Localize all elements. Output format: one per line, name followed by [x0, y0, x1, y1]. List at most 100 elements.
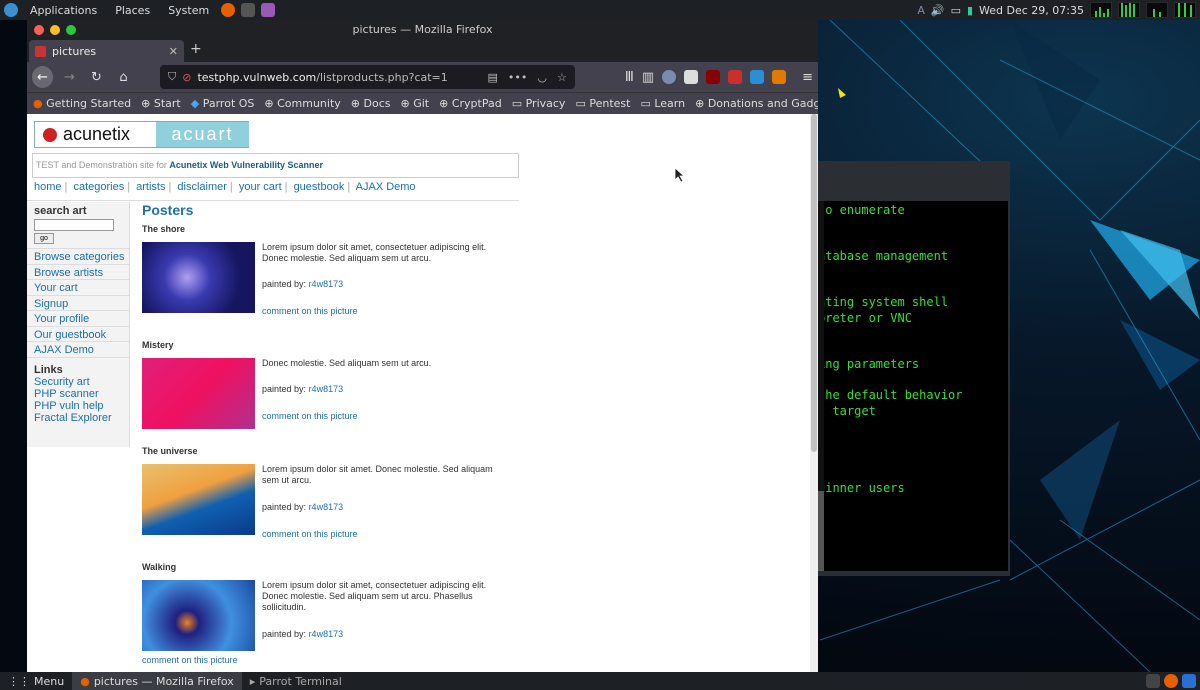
maximize-window-button[interactable] [66, 25, 76, 35]
url-bar[interactable]: ⛉ ⊘ testphp.vulnweb.com/listproducts.php… [160, 65, 575, 89]
bookmark-donations[interactable]: ⊕ Donations and Gadgets [695, 97, 818, 110]
poster-title[interactable]: The universe [142, 446, 198, 456]
sidebar-icon[interactable]: ▥ [642, 70, 654, 85]
artist-link[interactable]: r4w8173 [309, 629, 344, 639]
taskbar-terminal[interactable]: ▸ Parrot Terminal [242, 672, 350, 690]
bookmark-git[interactable]: ⊕ Git [400, 97, 429, 110]
bookmark-folder-learn[interactable]: ▭ Learn [640, 97, 685, 110]
scanner-link[interactable]: Acunetix Web Vulnerability Scanner [169, 160, 323, 170]
adblock-icon[interactable] [728, 70, 743, 84]
parrot-menu-icon[interactable] [4, 3, 18, 17]
s-extension-icon[interactable] [750, 70, 765, 84]
shield-icon[interactable]: ⛉ [168, 70, 176, 84]
nav-ajax-demo[interactable]: AJAX Demo [356, 181, 416, 193]
battery-icon[interactable]: ▮ [967, 4, 973, 17]
poster-image[interactable] [142, 358, 255, 429]
poster-image[interactable] [142, 242, 255, 313]
go-button[interactable]: go [34, 233, 54, 244]
terminal-output[interactable]: to enumerate atabase management ating sy… [818, 201, 1008, 571]
nav-your-cart[interactable]: your cart [239, 181, 282, 193]
page-content: acunetix acuart TEST and Demonstration s… [27, 114, 818, 672]
places-menu[interactable]: Places [109, 4, 156, 17]
poster-image[interactable] [142, 464, 255, 535]
artist-link[interactable]: r4w8173 [309, 502, 344, 512]
show-desktop-icon[interactable] [1182, 674, 1196, 688]
system-menu[interactable]: System [162, 4, 215, 17]
back-arrow-icon[interactable]: ← [32, 66, 53, 88]
poster-title[interactable]: The shore [142, 224, 185, 234]
poster-title[interactable]: Walking [142, 562, 176, 572]
nav-categories[interactable]: categories [73, 181, 124, 193]
firefox-launcher-icon[interactable] [221, 3, 236, 17]
taskbar-firefox[interactable]: ● pictures — Mozilla Firefox [72, 672, 242, 690]
library-icon[interactable]: Ⅲ [625, 70, 634, 85]
extension-icon[interactable] [684, 70, 699, 84]
bookmark-star-icon[interactable]: ☆ [557, 71, 567, 84]
sidebar-our-guestbook[interactable]: Our guestbook [27, 325, 129, 342]
firefox-tray-icon[interactable] [1164, 674, 1178, 688]
bookmark-start[interactable]: ⊕ Start [141, 97, 181, 110]
poster-title[interactable]: Mistery [142, 340, 174, 350]
artist-link[interactable]: r4w8173 [309, 279, 344, 289]
editor-launcher-icon[interactable] [261, 3, 276, 17]
bookmark-community[interactable]: ⊕ Community [264, 97, 340, 110]
bookmark-cryptpad[interactable]: ⊕ CryptPad [439, 97, 502, 110]
nav-home[interactable]: home [34, 181, 62, 193]
link-security-art[interactable]: Security art [27, 376, 129, 388]
reader-view-icon[interactable]: ▤ [488, 71, 498, 84]
nav-disclaimer[interactable]: disclaimer [177, 181, 227, 193]
comment-link[interactable]: comment on this picture [262, 529, 358, 539]
pocket-icon[interactable]: ◡ [537, 71, 547, 84]
site-logo[interactable]: acunetix acuart [34, 121, 249, 148]
clock[interactable]: Wed Dec 29, 07:35 [979, 4, 1084, 17]
applications-menu[interactable]: Applications [24, 4, 103, 17]
link-fractal-explorer[interactable]: Fractal Explorer [27, 412, 129, 424]
bookmark-parrot-os[interactable]: ◆ Parrot OS [191, 97, 255, 110]
close-window-button[interactable] [34, 25, 44, 35]
sidebar-browse-artists[interactable]: Browse artists [27, 263, 129, 280]
terminal-window[interactable]: to enumerate atabase management ating sy… [810, 161, 1010, 576]
sidebar-your-profile[interactable]: Your profile [27, 310, 129, 326]
ublock-icon[interactable] [706, 70, 721, 84]
hamburger-menu-icon[interactable]: ≡ [802, 70, 813, 85]
forward-arrow-icon[interactable]: → [59, 66, 80, 88]
search-input[interactable] [34, 219, 114, 231]
foxyproxy-icon[interactable] [772, 70, 787, 84]
artist-link[interactable]: r4w8173 [309, 384, 344, 394]
volume-icon[interactable]: 🔊 [931, 4, 945, 17]
tab-pictures[interactable]: pictures ✕ [29, 40, 184, 62]
link-php-vuln-help[interactable]: PHP vuln help [27, 400, 129, 412]
link-php-scanner[interactable]: PHP scanner [27, 388, 129, 400]
home-icon[interactable]: ⌂ [113, 66, 134, 88]
comment-link[interactable]: comment on this picture [262, 306, 358, 316]
nav-guestbook[interactable]: guestbook [294, 181, 345, 193]
sidebar-signup[interactable]: Signup [27, 294, 129, 311]
account-icon[interactable] [662, 70, 677, 84]
workspace-icon[interactable] [1146, 674, 1160, 688]
bookmark-folder-privacy[interactable]: ▭ Privacy [512, 97, 566, 110]
sidebar-browse-categories[interactable]: Browse categories [27, 248, 129, 264]
comment-link[interactable]: comment on this picture [262, 411, 358, 421]
page-heading: Posters [142, 202, 194, 218]
terminal-scrollbar[interactable] [818, 201, 824, 571]
bookmark-docs[interactable]: ⊕ Docs [351, 97, 391, 110]
reload-icon[interactable]: ↻ [86, 66, 107, 88]
terminal-launcher-icon[interactable] [241, 3, 256, 17]
bookmark-getting-started[interactable]: ● Getting Started [33, 97, 131, 110]
insecure-lock-icon[interactable]: ⊘ [182, 71, 191, 84]
menu-button[interactable]: ⋮⋮ Menu [0, 672, 72, 690]
new-tab-icon[interactable]: + [190, 41, 202, 57]
sidebar-ajax-demo[interactable]: AJAX Demo [27, 341, 129, 357]
sidebar-your-cart[interactable]: Your cart [27, 279, 129, 295]
page-scrollbar[interactable] [810, 114, 818, 672]
keyboard-layout-icon[interactable]: A [917, 4, 925, 17]
poster-image[interactable] [142, 580, 255, 651]
window-titlebar[interactable]: pictures — Mozilla Firefox [27, 20, 818, 40]
bookmark-folder-pentest[interactable]: ▭ Pentest [575, 97, 630, 110]
comment-link[interactable]: comment on this picture [142, 655, 238, 665]
page-actions-icon[interactable]: ••• [508, 71, 527, 84]
minimize-window-button[interactable] [50, 25, 60, 35]
nav-artists[interactable]: artists [136, 181, 165, 193]
close-tab-icon[interactable]: ✕ [169, 45, 178, 58]
screen-icon[interactable]: ▭ [951, 4, 961, 17]
